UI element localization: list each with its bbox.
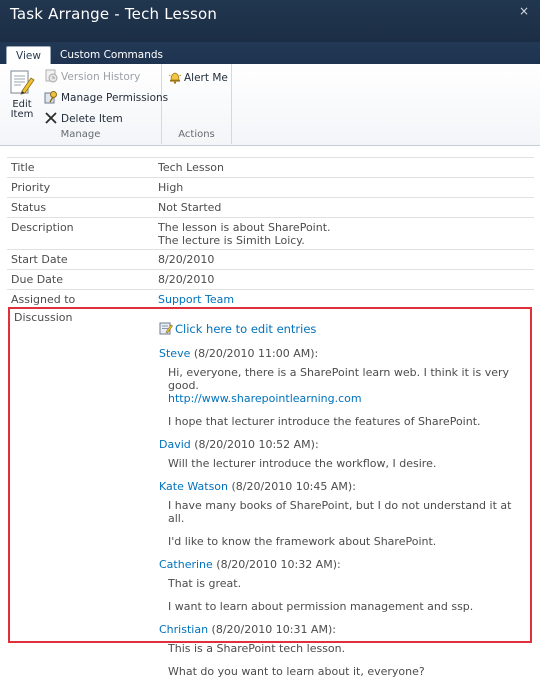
- dialog-title: Task Arrange - Tech Lesson: [10, 5, 218, 23]
- edit-entries-link[interactable]: Click here to edit entries: [159, 321, 527, 336]
- item-properties-form: Title Tech Lesson Priority High Status N…: [7, 157, 534, 309]
- discussion-field: Discussion Click here to edit entries St…: [8, 307, 532, 678]
- entry-time: (8/20/2010 10:45 AM):: [231, 480, 356, 493]
- entry-time: (8/20/2010 10:32 AM):: [216, 558, 341, 571]
- entry-text: This is a SharePoint tech lesson.: [168, 642, 346, 655]
- entry-text: What do you want to learn about it, ever…: [168, 665, 425, 678]
- field-label: Due Date: [11, 273, 63, 286]
- discussion-entry: Steve (8/20/2010 11:00 AM): Hi, everyone…: [159, 347, 527, 428]
- entry-body: I have many books of SharePoint, but I d…: [168, 499, 527, 548]
- edit-item-label: Edit Item: [10, 99, 34, 120]
- description-line: The lecture is Simith Loicy.: [158, 234, 305, 247]
- alert-me-button[interactable]: Alert Me: [168, 70, 228, 84]
- entry-author[interactable]: Christian: [159, 623, 208, 636]
- field-label: Priority: [11, 181, 51, 194]
- field-label: Assigned to: [11, 293, 76, 306]
- field-value: High: [158, 181, 184, 194]
- dialog-titlebar: Task Arrange - Tech Lesson ×: [0, 0, 540, 42]
- entry-header: Kate Watson (8/20/2010 10:45 AM):: [159, 480, 527, 493]
- field-row-status: Status Not Started: [7, 197, 534, 217]
- field-row-description: Description The lesson is about SharePoi…: [7, 217, 534, 249]
- ribbon: Edit Item Version History Manage Permiss…: [0, 64, 540, 146]
- entry-body: This is a SharePoint tech lesson. What d…: [168, 642, 527, 678]
- field-value: 8/20/2010: [158, 253, 215, 266]
- edit-document-icon: [9, 69, 35, 99]
- discussion-entry: Christian (8/20/2010 10:31 AM): This is …: [159, 623, 527, 678]
- entry-time: (8/20/2010 10:52 AM):: [194, 438, 319, 451]
- field-label: Start Date: [11, 253, 68, 266]
- field-value: Not Started: [158, 201, 222, 214]
- entry-header: David (8/20/2010 10:52 AM):: [159, 438, 527, 451]
- description-line: The lesson is about SharePoint.: [158, 221, 331, 234]
- ribbon-group-manage: Edit Item Version History Manage Permiss…: [0, 64, 168, 144]
- delete-item-button[interactable]: Delete Item: [44, 110, 123, 128]
- field-row-start-date: Start Date 8/20/2010: [7, 249, 534, 269]
- entry-line: Hi, everyone, there is a SharePoint lear…: [168, 366, 510, 392]
- discussion-entry: Kate Watson (8/20/2010 10:45 AM): I have…: [159, 480, 527, 548]
- entry-time: (8/20/2010 10:31 AM):: [211, 623, 336, 636]
- entry-text: Hi, everyone, there is a SharePoint lear…: [168, 366, 527, 405]
- assigned-to-link[interactable]: Support Team: [158, 293, 234, 306]
- field-row-title: Title Tech Lesson: [7, 157, 534, 177]
- actions-group-label: Actions: [178, 129, 215, 140]
- entry-header: Steve (8/20/2010 11:00 AM):: [159, 347, 527, 360]
- entry-text: I have many books of SharePoint, but I d…: [168, 499, 512, 525]
- entry-header: Catherine (8/20/2010 10:32 AM):: [159, 558, 527, 571]
- field-row-assigned-to: Assigned to Support Team: [7, 289, 534, 309]
- tab-view[interactable]: View: [6, 46, 51, 65]
- entry-body: That is great. I want to learn about per…: [168, 577, 527, 613]
- alert-me-label: Alert Me: [184, 72, 228, 84]
- alert-bell-icon: [168, 70, 182, 84]
- discussion-entry: David (8/20/2010 10:52 AM): Will the lec…: [159, 438, 527, 470]
- manage-permissions-button[interactable]: Manage Permissions: [44, 89, 168, 107]
- entry-link[interactable]: http://www.sharepointlearning.com: [168, 392, 362, 405]
- manage-group-label: Manage: [60, 129, 101, 140]
- version-history-button[interactable]: Version History: [44, 68, 140, 86]
- entry-text: Will the lecturer introduce the workflow…: [168, 457, 437, 470]
- discussion-entry: Catherine (8/20/2010 10:32 AM): That is …: [159, 558, 527, 613]
- field-label: Description: [11, 221, 74, 234]
- tab-custom-commands[interactable]: Custom Commands: [51, 46, 172, 64]
- field-value: Tech Lesson: [158, 161, 224, 174]
- delete-x-icon: [44, 111, 58, 125]
- entry-text: That is great.: [168, 577, 242, 590]
- field-row-priority: Priority High: [7, 177, 534, 197]
- ribbon-group-actions: Alert Me Actions: [162, 64, 232, 144]
- entry-text: I hope that lecturer introduce the featu…: [168, 415, 481, 428]
- delete-item-label: Delete Item: [61, 113, 123, 125]
- manage-permissions-label: Manage Permissions: [61, 92, 169, 104]
- version-history-icon: [44, 69, 58, 83]
- field-value: 8/20/2010: [158, 273, 215, 286]
- edit-entries-label: Click here to edit entries: [175, 322, 317, 336]
- entry-body: Will the lecturer introduce the workflow…: [168, 457, 527, 470]
- ribbon-tab-bar: View Custom Commands: [0, 42, 540, 65]
- close-icon[interactable]: ×: [517, 4, 531, 18]
- field-label: Status: [11, 201, 47, 214]
- discussion-label: Discussion: [14, 311, 73, 324]
- entry-author[interactable]: Kate Watson: [159, 480, 228, 493]
- version-history-label: Version History: [61, 71, 141, 83]
- entry-author[interactable]: Steve: [159, 347, 190, 360]
- entry-text: I want to learn about permission managem…: [168, 600, 474, 613]
- entry-header: Christian (8/20/2010 10:31 AM):: [159, 623, 527, 636]
- field-row-due-date: Due Date 8/20/2010: [7, 269, 534, 289]
- entry-author[interactable]: David: [159, 438, 191, 451]
- discussion-entries: Click here to edit entries Steve (8/20/2…: [159, 321, 527, 688]
- entry-body: Hi, everyone, there is a SharePoint lear…: [168, 366, 527, 428]
- field-value: The lesson is about SharePoint. The lect…: [158, 218, 534, 251]
- permissions-key-icon: [44, 90, 58, 104]
- entry-author[interactable]: Catherine: [159, 558, 213, 571]
- edit-item-button[interactable]: Edit Item: [6, 69, 38, 120]
- entry-time: (8/20/2010 11:00 AM):: [193, 347, 319, 360]
- field-label: Title: [11, 161, 35, 174]
- edit-entries-icon: [159, 321, 173, 335]
- entry-text: I'd like to know the framework about Sha…: [168, 535, 437, 548]
